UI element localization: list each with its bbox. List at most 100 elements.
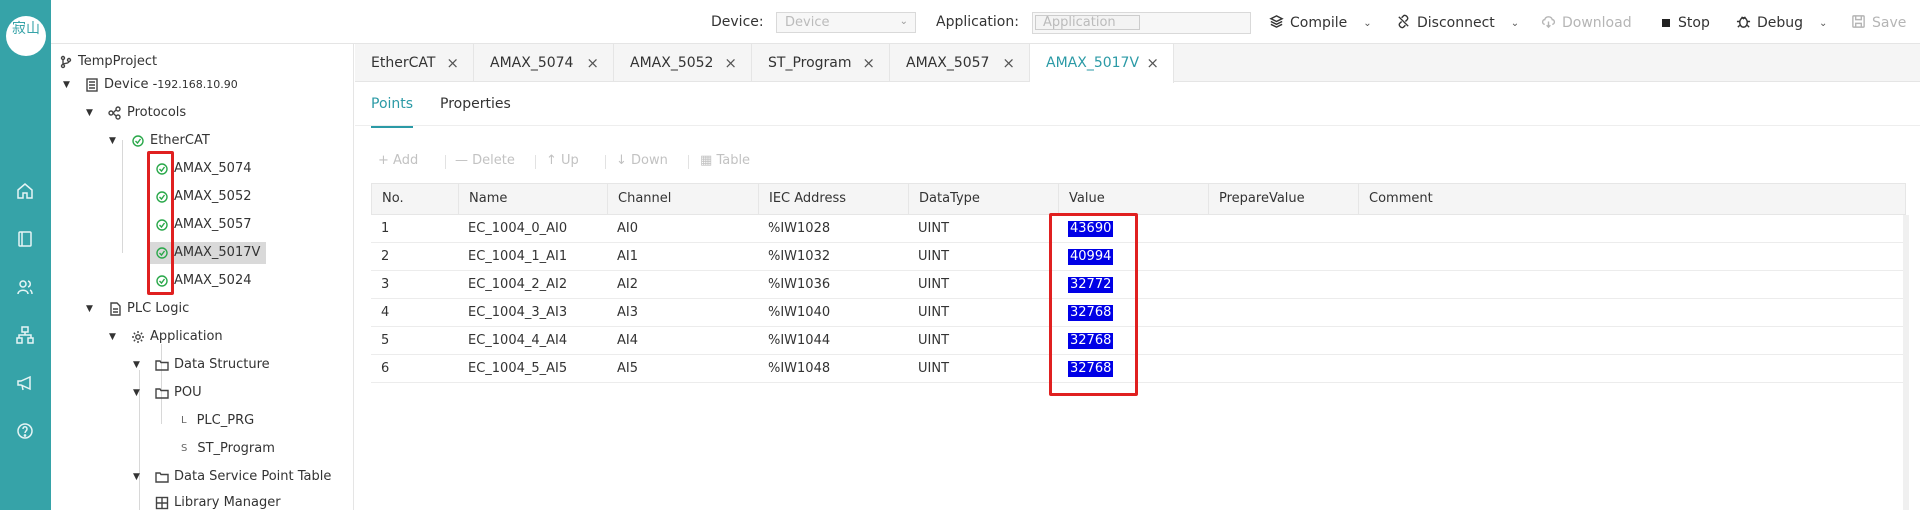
column-header[interactable]: Comment	[1359, 184, 1905, 214]
save-icon	[1851, 14, 1866, 33]
close-icon[interactable]: ×	[446, 44, 459, 82]
cell-iec-address: %IW1048	[768, 361, 831, 376]
sub-tabs: Points Properties	[355, 82, 1920, 128]
tree-item-data-service[interactable]: ▼ Data Service Point Table	[133, 466, 332, 488]
tree-item-protocols[interactable]: ▼ Protocols	[86, 102, 186, 124]
table-row[interactable]: 6 EC_1004_5_AI5 AI5 %IW1048 UINT 32768	[371, 355, 1906, 383]
up-button[interactable]: ↑ Up	[546, 153, 579, 168]
cell-iec-address: %IW1036	[768, 277, 831, 292]
download-label: Download	[1562, 15, 1632, 31]
cell-name: EC_1004_2_AI2	[468, 277, 568, 292]
column-header[interactable]: Channel	[608, 184, 759, 214]
chevron-down-icon[interactable]: ⌄	[1819, 18, 1827, 29]
download-button[interactable]: Download	[1541, 13, 1632, 33]
tree-label: ST_Program	[197, 441, 275, 456]
tree-label: Data Service Point Table	[174, 469, 332, 484]
tree-label: AMAX_5052	[174, 189, 252, 204]
caret-down-icon[interactable]: ▼	[109, 326, 116, 348]
folder-icon	[155, 358, 169, 372]
book-icon[interactable]	[16, 230, 34, 248]
chevron-down-icon[interactable]: ⌄	[1363, 18, 1371, 29]
tree-label: Library Manager	[174, 495, 281, 510]
disconnect-button[interactable]: Disconnect ⌄	[1396, 13, 1519, 33]
tree-item-library-manager[interactable]: Library Manager	[155, 494, 281, 510]
tree-item-st-program[interactable]: S ST_Program	[181, 438, 275, 460]
column-header[interactable]: IEC Address	[759, 184, 909, 214]
tree-label: POU	[174, 385, 202, 400]
table-row[interactable]: 4 EC_1004_3_AI3 AI3 %IW1040 UINT 32768	[371, 299, 1906, 327]
editor-tabs: EtherCAT × AMAX_5074 × AMAX_5052 × ST_Pr…	[355, 44, 1920, 83]
device-label: Device:	[711, 14, 764, 30]
close-icon[interactable]: ×	[862, 44, 875, 82]
grid-icon	[155, 496, 169, 510]
megaphone-icon[interactable]	[16, 374, 34, 392]
column-header[interactable]: DataType	[909, 184, 1059, 214]
table-row[interactable]: 5 EC_1004_4_AI4 AI4 %IW1044 UINT 32768	[371, 327, 1906, 355]
sitemap-icon[interactable]	[16, 326, 34, 344]
tree-label: Data Structure	[174, 357, 270, 372]
tree-item-device[interactable]: ▼ Device - 192.168.10.90	[63, 74, 238, 96]
tab-ethercat[interactable]: EtherCAT ×	[355, 44, 474, 82]
caret-down-icon[interactable]: ▼	[109, 130, 116, 152]
stop-button[interactable]: Stop	[1662, 13, 1710, 33]
device-ip: 192.168.10.90	[157, 78, 238, 91]
tree-item-plc-prg[interactable]: L PLC_PRG	[181, 410, 254, 432]
tree-item-plc-logic[interactable]: ▼ PLC Logic	[86, 298, 189, 320]
help-icon[interactable]	[16, 422, 34, 440]
column-header[interactable]: Name	[459, 184, 608, 214]
debug-button[interactable]: Debug ⌄	[1736, 13, 1827, 33]
table-row[interactable]: 1 EC_1004_0_AI0 AI0 %IW1028 UINT 43690	[371, 215, 1906, 243]
cell-name: EC_1004_4_AI4	[468, 333, 568, 348]
tab-st-program[interactable]: ST_Program ×	[752, 44, 890, 82]
caret-down-icon[interactable]: ▼	[133, 382, 140, 404]
table-button[interactable]: ▦ Table	[700, 153, 750, 168]
tab-amax-5017v[interactable]: AMAX_5017V ×	[1030, 44, 1174, 83]
compile-button[interactable]: Compile ⌄	[1269, 13, 1372, 33]
tab-amax-5057[interactable]: AMAX_5057 ×	[890, 44, 1030, 82]
application-select[interactable]: Application	[1032, 12, 1251, 34]
column-header[interactable]: PrepareValue	[1209, 184, 1359, 214]
tab-amax-5074[interactable]: AMAX_5074 ×	[474, 44, 614, 82]
application-select-value: Application	[1035, 15, 1140, 30]
divider	[688, 155, 689, 169]
users-icon[interactable]	[16, 278, 34, 296]
tree-item-pou[interactable]: ▼ POU	[133, 382, 202, 404]
home-icon[interactable]	[16, 182, 34, 200]
table-row[interactable]: 2 EC_1004_1_AI1 AI1 %IW1032 UINT 40994	[371, 243, 1906, 271]
caret-down-icon[interactable]: ▼	[86, 298, 93, 320]
tab-amax-5052[interactable]: AMAX_5052 ×	[614, 44, 752, 82]
cell-iec-address: %IW1044	[768, 333, 831, 348]
down-button[interactable]: ↓ Down	[616, 153, 668, 168]
device-select[interactable]: Device ⌄	[776, 12, 916, 33]
table-row[interactable]: 3 EC_1004_2_AI2 AI2 %IW1036 UINT 32772	[371, 271, 1906, 299]
vertical-scrollbar[interactable]	[1903, 215, 1909, 510]
close-icon[interactable]: ×	[1146, 44, 1159, 82]
caret-down-icon[interactable]: ▼	[63, 74, 70, 96]
stop-icon	[1662, 19, 1670, 27]
tab-label: AMAX_5057	[906, 55, 990, 71]
caret-down-icon[interactable]: ▼	[86, 102, 93, 124]
compile-label: Compile	[1290, 15, 1348, 31]
tree-label: AMAX_5024	[174, 273, 252, 288]
save-button[interactable]: Save	[1851, 13, 1906, 33]
close-icon[interactable]: ×	[586, 44, 599, 82]
tree-item-ethercat[interactable]: ▼ EtherCAT	[109, 130, 210, 152]
column-header[interactable]: Value	[1059, 184, 1209, 214]
tree-item-application[interactable]: ▼ Application	[109, 326, 223, 348]
cell-channel: AI4	[617, 333, 638, 348]
add-button[interactable]: + Add	[378, 153, 418, 168]
tree-item-data-structure[interactable]: ▼ Data Structure	[133, 354, 270, 376]
close-icon[interactable]: ×	[724, 44, 737, 82]
caret-down-icon[interactable]: ▼	[133, 354, 140, 376]
tab-properties[interactable]: Properties	[440, 96, 511, 112]
tab-points[interactable]: Points	[371, 96, 414, 128]
tree-item-project[interactable]: TempProject	[59, 51, 157, 73]
caret-down-icon[interactable]: ▼	[133, 466, 140, 488]
top-toolbar: Device: Device ⌄ Application: Applicatio…	[51, 0, 1920, 44]
chevron-down-icon[interactable]: ⌄	[1511, 18, 1519, 29]
cell-iec-address: %IW1040	[768, 305, 831, 320]
delete-button[interactable]: — Delete	[455, 153, 515, 168]
cell-iec-address: %IW1028	[768, 221, 831, 236]
column-header[interactable]: No.	[372, 184, 459, 214]
close-icon[interactable]: ×	[1002, 44, 1015, 82]
